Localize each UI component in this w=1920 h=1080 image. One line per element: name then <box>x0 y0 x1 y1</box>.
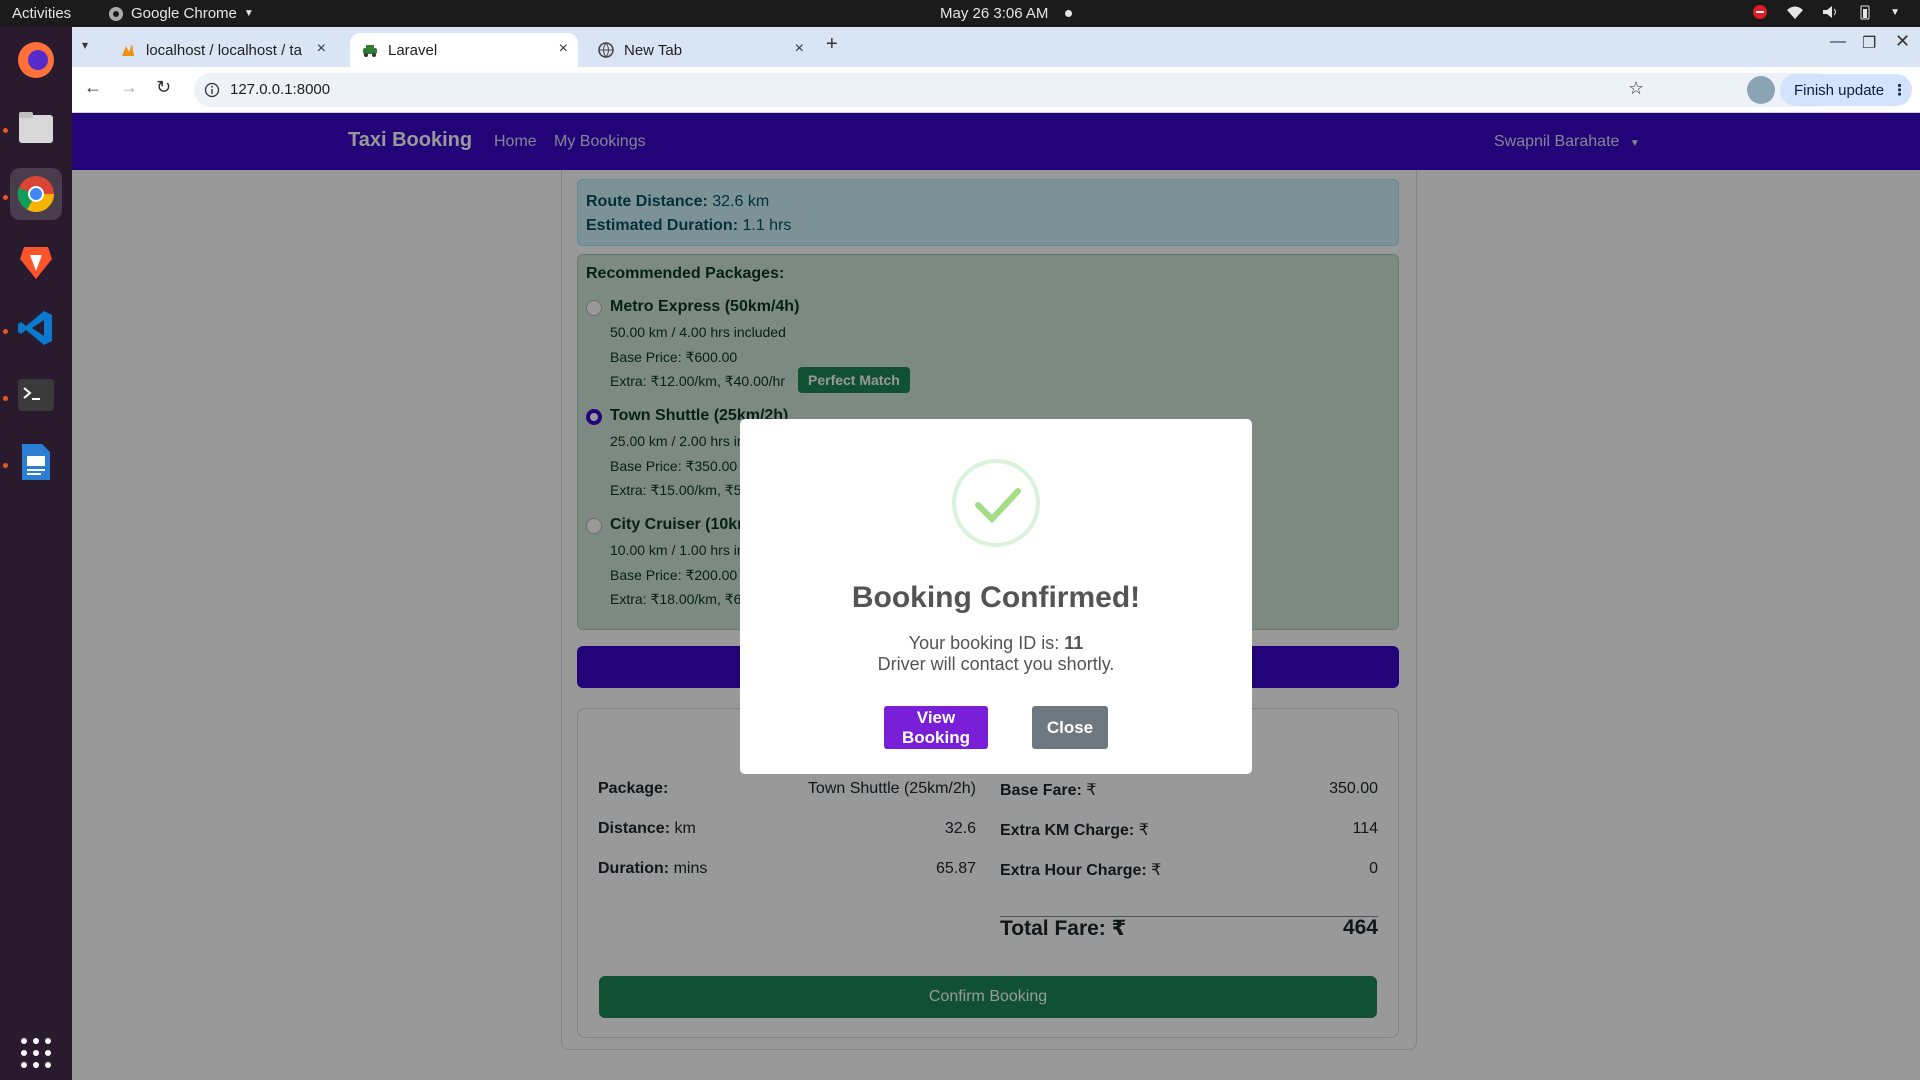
do-not-disturb-icon <box>1753 5 1768 19</box>
url-text: 127.0.0.1:8000 <box>230 81 331 98</box>
chrome-icon <box>109 6 123 21</box>
close-tab-icon[interactable]: × <box>795 40 804 58</box>
system-top-bar: Activities Google Chrome ▼ May 26 3:06 A… <box>0 0 1920 27</box>
volume-icon <box>1823 6 1837 18</box>
restore-button[interactable]: ❐ <box>1862 33 1876 53</box>
running-indicator <box>3 128 8 133</box>
show-apps-button[interactable] <box>10 1027 62 1079</box>
driver-message: Driver will contact you shortly. <box>877 654 1115 674</box>
checkmark-icon <box>975 488 1021 524</box>
globe-icon <box>598 42 614 58</box>
back-button[interactable]: ← <box>84 77 102 98</box>
tab-laravel[interactable]: Laravel × <box>350 33 578 67</box>
firefox-icon <box>18 42 54 78</box>
close-label: Close <box>1046 717 1094 737</box>
site-info-icon <box>204 82 220 98</box>
phpmyadmin-icon <box>122 44 134 56</box>
files-icon <box>19 112 53 143</box>
app-menu[interactable]: Google Chrome ▼ <box>108 5 254 22</box>
document-icon <box>22 444 50 480</box>
chevron-down-icon: ▼ <box>1890 6 1900 18</box>
brave-launcher[interactable] <box>10 235 62 287</box>
booking-id: 11 <box>1064 633 1084 653</box>
wifi-icon <box>1787 6 1804 19</box>
tab-label: localhost / localhost / ta <box>146 41 302 59</box>
tab-label: New Tab <box>624 41 683 59</box>
dialog-title: Booking Confirmed! <box>851 581 1141 614</box>
close-tab-icon[interactable]: × <box>559 40 568 58</box>
tab-label: Laravel <box>388 41 438 59</box>
firefox-launcher[interactable] <box>10 34 62 86</box>
vscode-launcher[interactable] <box>10 302 62 354</box>
more-menu-icon: ⋮ <box>1892 82 1908 99</box>
terminal-launcher[interactable] <box>10 369 62 421</box>
running-indicator <box>3 195 8 200</box>
new-tab-button[interactable]: + <box>826 33 838 56</box>
battery-icon <box>1860 5 1870 20</box>
close-tab-icon[interactable]: × <box>317 40 326 58</box>
files-launcher[interactable] <box>10 101 62 153</box>
close-dialog-button[interactable]: Close <box>1032 706 1108 749</box>
vscode-icon <box>18 311 52 345</box>
taxi-icon <box>363 45 377 57</box>
running-indicator <box>3 329 8 334</box>
tab-localhost[interactable]: localhost / localhost / ta × <box>108 33 336 67</box>
tab-strip: ▾ localhost / localhost / ta × Laravel ×… <box>72 27 1920 67</box>
brave-icon <box>20 247 52 279</box>
writer-launcher[interactable] <box>10 436 62 488</box>
terminal-icon <box>18 379 54 411</box>
notification-dot <box>1065 10 1072 17</box>
finish-update-button[interactable]: Finish update ⋮ <box>1780 74 1912 106</box>
chrome-launcher[interactable] <box>10 168 62 220</box>
running-indicator <box>3 396 8 401</box>
forward-button[interactable]: → <box>120 77 138 98</box>
booking-id-prefix: Your booking ID is: <box>908 633 1065 653</box>
success-icon <box>952 459 1040 547</box>
reload-button[interactable]: ↻ <box>156 77 171 98</box>
chevron-down-icon: ▼ <box>243 8 254 19</box>
minimize-button[interactable]: — <box>1830 33 1846 51</box>
address-bar[interactable]: 127.0.0.1:8000 ☆ <box>194 73 1834 107</box>
finish-update-label: Finish update <box>1794 81 1885 99</box>
app-name: Google Chrome <box>131 5 237 22</box>
view-booking-button[interactable]: View Booking <box>884 706 988 749</box>
view-booking-label: View Booking <box>902 707 970 747</box>
running-indicator <box>3 463 8 468</box>
clock[interactable]: May 26 3:06 AM <box>940 5 1048 22</box>
chrome-icon <box>17 176 55 213</box>
system-tray[interactable]: ▼ <box>1752 4 1900 20</box>
booking-confirmed-dialog: Booking Confirmed! Your booking ID is: 1… <box>740 419 1252 774</box>
close-window-button[interactable]: ✕ <box>1895 31 1910 52</box>
app-grid-icon <box>21 1038 51 1068</box>
dialog-message: Your booking ID is: 11 Driver will conta… <box>740 633 1252 675</box>
dock <box>0 27 72 1080</box>
activities-button[interactable]: Activities <box>12 5 71 22</box>
tab-search-icon[interactable]: ▾ <box>82 38 88 52</box>
profile-avatar[interactable] <box>1747 76 1775 104</box>
browser-toolbar: ← → ↻ 127.0.0.1:8000 ☆ Finish update ⋮ <box>72 67 1920 113</box>
tab-new-tab[interactable]: New Tab × <box>586 33 814 67</box>
bookmark-star-icon[interactable]: ☆ <box>1628 78 1644 99</box>
